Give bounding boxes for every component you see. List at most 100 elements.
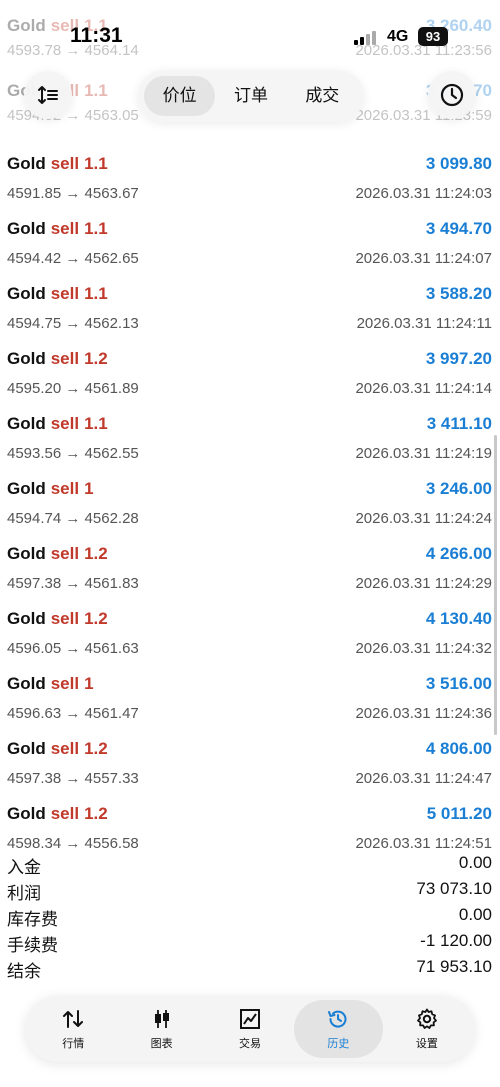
summary-label: 结余 [7,962,41,981]
deal-prices: 4591.85 → 4563.67 [7,185,139,202]
deal-symbol-name: Gold [7,414,46,433]
settings-gear-icon [416,1008,437,1029]
deal-time: 2026.03.31 11:23:56 [355,42,492,59]
deal-symbol: Gold sell 1 [7,479,94,499]
summary-label: 入金 [7,858,41,877]
deal-type: sell [50,674,80,693]
deal-type: sell [50,479,80,498]
tab-orders[interactable]: 订单 [215,76,286,116]
deal-type: sell [50,544,80,563]
deal-time: 2026.03.31 11:24:36 [355,705,492,722]
chart-candles-icon [154,1010,169,1028]
deal-volume: 1.2 [84,739,108,758]
deal-profit: 4 806.00 [425,739,492,758]
deal-volume: 1.2 [84,349,108,368]
deal-row-ghost[interactable]: Gold sell 1.1 3 260.40 4593.78 → 4564.14 2… [0,2,500,67]
deal-profit: 3 997.20 [425,349,492,368]
deal-row[interactable]: Gold sell 1.2 4 806.00 4597.38 → 4557.33 2026… [0,725,500,790]
deal-symbol-name: Gold [7,479,46,498]
deal-profit: 4 266.00 [425,544,492,563]
nav-settings[interactable]: 设置 [383,1000,471,1058]
deal-row[interactable]: Gold sell 1.1 3 411.10 4593.56 → 4562.55 2026… [0,400,500,465]
deal-time: 2026.03.31 11:24:07 [355,250,492,267]
deal-symbol: Gold sell 1.2 [7,349,108,369]
summary-row: 利润 73 073.10 [0,879,500,905]
deal-volume: 1 [84,674,94,693]
sort-button[interactable] [24,71,72,119]
deal-volume: 1.1 [84,284,108,303]
deal-row[interactable]: Gold sell 1.1 3 588.20 4594.75 → 4562.13 2026… [0,270,500,335]
deal-symbol: Gold sell 1.2 [7,804,108,824]
nav-history[interactable]: 历史 [294,1000,383,1058]
deal-profit: 3 588.20 [425,284,492,303]
bottom-navigation: 行情 图表 交易 历史 设置 [25,996,475,1062]
summary-label: 手续费 [7,936,58,955]
deal-volume: 1.1 [84,414,108,433]
deal-volume: 1.2 [84,804,108,823]
deal-time: 2026.03.31 11:24:11 [356,315,492,332]
deal-prices: 4593.56 → 4562.55 [7,445,139,462]
deal-row[interactable]: Gold sell 1.2 3 997.20 4595.20 → 4561.89 2026… [0,335,500,400]
deal-prices: 4594.42 → 4562.65 [7,250,139,267]
period-button[interactable] [428,71,476,119]
deal-symbol: Goldsell1.1 [7,414,108,434]
deal-row[interactable]: Gold sell 1.2 5 011.20 4598.34 → 4556.58 2026… [0,790,500,855]
deal-row[interactable]: Gold sell 1.1 3 494.70 4594.42 → 4562.65 2026… [0,205,500,270]
deal-row[interactable]: Gold sell 1.2 4 266.00 4597.38 → 4561.83 2026… [0,530,500,595]
tab-positions[interactable]: 价位 [144,76,216,116]
nav-settings-label: 设置 [415,1038,438,1050]
nav-quotes[interactable]: 行情 [29,1000,117,1058]
quotes-icon [63,1010,84,1028]
nav-charts-label: 图表 [150,1038,173,1050]
deal-symbol: Goldsell1.1 [7,284,108,304]
history-icon [328,1010,347,1028]
deal-symbol-name: Gold [7,609,46,628]
deal-row[interactable]: Gold sell 1.1 3 099.80 4591.85 → 4563.67 2026… [0,140,500,205]
summary-value: 0.00 [458,853,492,872]
deal-prices: 4595.20 → 4561.89 [7,380,139,397]
deal-volume: 1.2 [84,544,108,563]
deal-symbol-name: Gold [7,219,46,238]
deal-time: 2026.03.31 11:24:03 [355,185,492,202]
deal-symbol-name: Gold [7,284,46,303]
deal-row[interactable]: Gold sell 1 3 246.00 4594.74 → 4562.28 2026.0… [0,465,500,530]
summary-row: 手续费 -1 120.00 [0,931,500,957]
summary-label: 库存费 [7,910,58,929]
deal-type: sell [50,414,80,433]
deal-time: 2026.03.31 11:23:59 [355,107,492,124]
deal-symbol-name: Gold [7,154,46,173]
deal-volume: 1.1 [84,219,108,238]
summary-row: 入金 0.00 [0,853,500,879]
deal-prices: 4598.34 → 4556.58 [7,835,139,852]
deal-time: 2026.03.31 11:24:29 [355,575,492,592]
period-tabs: 价位 订单 成交 [138,70,364,122]
deal-prices: 4594.74 → 4562.28 [7,510,139,527]
deal-symbol-name: Gold [7,739,46,758]
nav-trade[interactable]: 交易 [206,1000,294,1058]
summary-value: 73 073.10 [416,879,492,898]
deal-symbol-name: Gold [7,544,46,563]
deal-prices: 4596.63 → 4561.47 [7,705,139,722]
nav-trade-label: 交易 [239,1038,262,1050]
clock-icon [440,83,464,107]
deal-symbol: Goldsell1.1 [7,219,108,239]
deal-prices: 4594.02 → 4563.05 [7,107,139,124]
deal-symbol: Goldsell1.1 [7,16,108,35]
trade-chart-icon [240,1009,261,1029]
deal-time: 2026.03.31 11:24:47 [355,770,492,787]
nav-history-label: 历史 [327,1038,350,1050]
deal-symbol: Gold sell 1.2 [7,609,108,629]
deal-symbol: Gold sell 1 [7,674,94,694]
deal-prices: 4594.75 → 4562.13 [7,315,139,332]
deal-profit: 3 099.80 [425,154,492,173]
deal-row[interactable]: Gold sell 1 3 516.00 4596.63 → 4561.47 2026.0… [0,660,500,725]
summary-value: 71 953.10 [416,957,492,976]
nav-charts[interactable]: 图表 [117,1000,205,1058]
tab-deals[interactable]: 成交 [287,76,358,116]
deal-volume: 1 [84,479,94,498]
deal-type: sell [50,219,80,238]
scrollbar[interactable] [494,435,497,735]
deal-row[interactable]: Gold sell 1.2 4 130.40 4596.05 → 4561.63 2026… [0,595,500,660]
summary-label: 利润 [7,884,41,903]
deal-type: sell [50,609,80,628]
